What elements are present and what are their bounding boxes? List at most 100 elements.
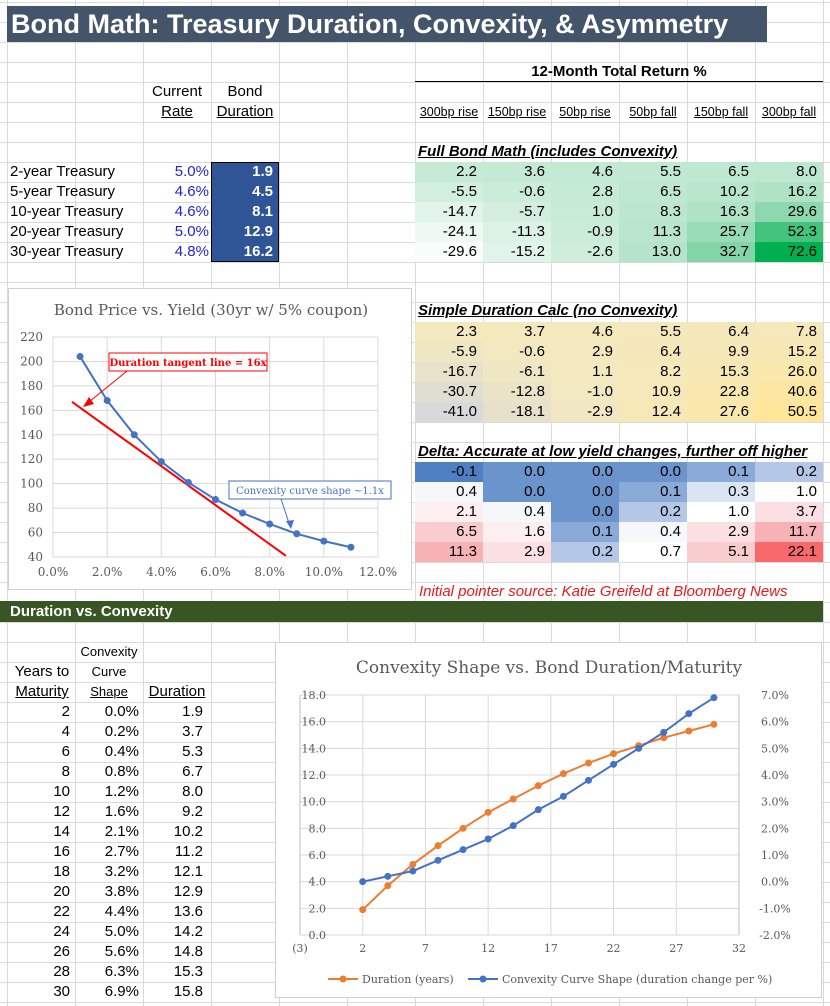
y-tick-label: 8.0	[309, 822, 327, 835]
x-tick-label: 7	[422, 942, 429, 955]
convexity-annotation-arrow	[280, 498, 290, 524]
years-cell: 6	[61, 743, 70, 760]
heatmap-cell: -24.1	[415, 222, 483, 242]
convexity-duration-chart-svg: Convexity Shape vs. Bond Duration/Maturi…	[292, 658, 791, 986]
duration-point	[459, 824, 467, 832]
shape-cell: 5.6%	[104, 943, 139, 960]
heatmap-cell: 2.1	[415, 502, 483, 522]
y-tick-label: 16.0	[302, 716, 327, 729]
legend-convexity-marker	[479, 975, 487, 983]
y2-tick-label: 0.0%	[761, 876, 789, 889]
duration-cell: 15.8	[173, 983, 203, 1000]
convexity-point	[635, 744, 643, 752]
shape-cell: 6.3%	[104, 963, 139, 980]
price-point	[347, 543, 355, 551]
price-yield-chart[interactable]: Bond Price vs. Yield (30yr w/ 5% coupon)…	[8, 288, 412, 590]
duration-point	[610, 750, 618, 758]
treasury-duration: 4.5	[252, 183, 273, 200]
convexity-point	[459, 846, 467, 854]
heatmap-cell: 16.3	[687, 202, 755, 222]
y-tick-label: 18.0	[302, 689, 327, 702]
column-header: 150bp rise	[487, 105, 547, 119]
heatmap-cell: 22.8	[687, 382, 755, 402]
convexity-duration-chart[interactable]: Convexity Shape vs. Bond Duration/Maturi…	[275, 642, 822, 998]
header-convexity-3: Shape	[90, 684, 128, 699]
convexity-point	[359, 878, 367, 886]
section-title-duration-vs-convexity: Duration vs. Convexity	[0, 601, 823, 622]
column-header: 150bp fall	[693, 105, 749, 119]
heatmap-cell: -0.1	[415, 462, 483, 482]
years-cell: 26	[53, 943, 70, 960]
convexity-point	[484, 835, 492, 843]
heatmap-cell: 2.9	[483, 542, 551, 562]
heatmap-cell: 6.4	[687, 322, 755, 342]
convexity-point	[710, 694, 718, 702]
price-point	[212, 496, 219, 504]
duration-cell: 9.2	[182, 803, 203, 820]
heatmap-cell: -41.0	[415, 402, 483, 422]
heatmap-cell: 0.7	[619, 542, 687, 562]
x-tick-label: 2	[359, 942, 366, 955]
heatmap-cell: -5.7	[483, 202, 551, 222]
price-point	[184, 478, 192, 486]
duration-point	[484, 808, 492, 816]
y2-tick-label: 4.0%	[761, 769, 789, 782]
duration-point	[434, 842, 442, 850]
convexity-annotation-text: Convexity curve shape ~1.1x	[236, 486, 384, 497]
duration-cell: 14.2	[173, 923, 203, 940]
heatmap-cell: 0.2	[619, 502, 687, 522]
convexity-point	[384, 872, 392, 880]
duration-cell: 13.6	[173, 903, 203, 920]
heatmap-cell: 5.5	[619, 162, 687, 182]
heatmap-cell: 1.0	[551, 202, 619, 222]
y2-tick-label: 1.0%	[761, 849, 789, 862]
heatmap-cell: -5.9	[415, 342, 483, 362]
convexity-point	[660, 728, 668, 736]
header-years-1: Years to	[14, 663, 70, 680]
column-header: 300bp rise	[419, 105, 479, 119]
duration-point	[710, 720, 718, 728]
y-tick-label: 180	[20, 379, 43, 393]
shape-cell: 3.2%	[104, 863, 139, 880]
heatmap-cell: 0.4	[483, 502, 551, 522]
shape-cell: 1.6%	[104, 803, 139, 820]
chart-title: Convexity Shape vs. Bond Duration/Maturi…	[356, 658, 743, 678]
heatmap-cell: 9.9	[687, 342, 755, 362]
heatmap-cell: -5.5	[415, 182, 483, 202]
heatmap-cell: 11.3	[619, 222, 687, 242]
heatmap-cell: 5.5	[619, 322, 687, 342]
header-years-2: Maturity	[15, 683, 69, 700]
heatmap-cell: -0.6	[483, 182, 551, 202]
heatmap-cell: 0.1	[687, 462, 755, 482]
heatmap-cell: 4.6	[551, 322, 619, 342]
y2-tick-label: -2.0%	[759, 929, 791, 942]
heatmap-cell: 32.7	[687, 242, 755, 262]
heatmap-cell: 15.2	[755, 342, 823, 362]
heatmap-cell: -0.6	[483, 342, 551, 362]
x-tick-label: 12.0%	[359, 565, 397, 579]
heatmap-cell: 6.5	[687, 162, 755, 182]
y-tick-label: 0.0	[309, 929, 327, 942]
heatmap-cell: 1.6	[483, 522, 551, 542]
years-cell: 16	[53, 843, 70, 860]
years-cell: 2	[61, 703, 70, 720]
heatmap-cell: 3.7	[755, 502, 823, 522]
delta-title: Delta: Accurate at low yield changes, fu…	[418, 443, 808, 460]
years-cell: 18	[53, 863, 70, 880]
shape-cell: 5.0%	[104, 923, 139, 940]
shape-cell: 2.7%	[104, 843, 139, 860]
x-tick-label: (3)	[292, 942, 308, 955]
header-duration-2: Duration	[148, 683, 206, 700]
duration-cell: 6.7	[182, 763, 203, 780]
heatmap-cell: -16.7	[415, 362, 483, 382]
heatmap-cell: 8.3	[619, 202, 687, 222]
y-tick-label: 2.0	[309, 902, 327, 915]
duration-point	[584, 759, 592, 767]
heatmap-cell: 0.0	[483, 482, 551, 502]
header-current: Current	[151, 83, 203, 100]
x-tick-label: 0.0%	[38, 565, 69, 579]
years-cell: 10	[53, 783, 70, 800]
heatmap-cell: 2.2	[415, 162, 483, 182]
heatmap-cell: -6.1	[483, 362, 551, 382]
heatmap-cell: 72.6	[755, 242, 823, 262]
